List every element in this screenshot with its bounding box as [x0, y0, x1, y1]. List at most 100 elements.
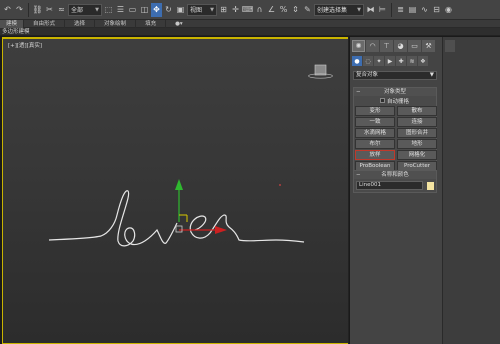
toolbar-divider — [28, 2, 29, 17]
curve-editor-icon[interactable]: ∿ — [419, 3, 430, 17]
scale-icon[interactable]: ▣ — [175, 3, 186, 17]
ribbon-subpanel-label[interactable]: 多边形建模 — [0, 28, 500, 36]
bind-spacewarp-icon[interactable]: ≈ — [56, 3, 67, 17]
named-selection-set-dropdown[interactable]: 创建选择集 ▼ — [314, 3, 364, 16]
ribbon-tab-modeling[interactable]: 建模 — [0, 19, 25, 28]
ribbon-tab-selection[interactable]: 选择 — [65, 19, 96, 28]
shapemerge-button[interactable]: 图形合并 — [397, 128, 437, 138]
spacewarps-icon[interactable]: ≋ — [407, 56, 417, 66]
object-name-field[interactable]: Line001 — [356, 181, 424, 190]
ribbon-tab-object-paint[interactable]: 对象绘制 — [95, 19, 137, 28]
select-by-name-icon[interactable]: ☰ — [115, 3, 126, 17]
name-color-title: 名称和颜色 — [381, 172, 409, 178]
systems-icon[interactable]: ❖ — [418, 56, 428, 66]
ribbon-tab-populate[interactable]: 填充 — [136, 19, 167, 28]
utilities-tab-icon[interactable]: ⚒ — [422, 40, 435, 52]
morph-button[interactable]: 变形 — [355, 106, 395, 116]
select-object-icon[interactable]: ⬚ — [103, 3, 114, 17]
shapes-icon[interactable]: ◌ — [363, 56, 373, 66]
reference-coordinate-value: 视图 — [190, 7, 203, 14]
angle-snap-icon[interactable]: ∠ — [266, 3, 277, 17]
unlink-icon[interactable]: ✂ — [44, 3, 55, 17]
name-color-rollout: − 名称和颜色 Line001 — [353, 170, 437, 193]
viewcube-icon[interactable] — [307, 63, 335, 79]
x-axis-arrowhead — [215, 226, 227, 234]
layer-icon[interactable]: ≣ — [395, 3, 406, 17]
connect-button[interactable]: 连接 — [397, 117, 437, 127]
selection-filter-value: 全部 — [71, 7, 84, 14]
collapse-icon[interactable]: − — [356, 171, 361, 179]
create-subcategory-icons: ● ◌ ✦ ▶ ✚ ≋ ❖ — [352, 56, 428, 66]
viewport-scene — [48, 179, 305, 247]
rect-select-icon[interactable]: ▭ — [127, 3, 138, 17]
hierarchy-tab-icon[interactable]: ⊤ — [380, 40, 393, 52]
viewport-marker-dot — [279, 184, 281, 186]
compound-object-buttons: 变形 散布 一致 连接 水滴网格 图形合并 布尔 地形 放样 网格化 ProBo… — [354, 105, 437, 173]
cameras-icon[interactable]: ▶ — [385, 56, 395, 66]
move-icon[interactable]: ✥ — [151, 2, 162, 17]
love-spline-e — [189, 214, 305, 243]
chevron-down-icon: ▼ — [357, 6, 361, 13]
object-color-swatch[interactable] — [427, 181, 434, 190]
keyboard-icon[interactable]: ⌨ — [242, 3, 254, 17]
lights-icon[interactable]: ✦ — [374, 56, 384, 66]
boolean-button[interactable]: 布尔 — [355, 139, 395, 149]
object-type-rollout: − 对象类型 自动栅格 变形 散布 一致 连接 水滴网格 图形合并 布尔 地形 … — [353, 87, 437, 174]
y-axis-arrowhead — [175, 179, 183, 190]
collapse-icon[interactable]: − — [356, 88, 361, 96]
command-panel-tabs: ✺ ◠ ⊤ ◕ ▭ ⚒ — [352, 40, 435, 52]
display-tab-icon[interactable]: ▭ — [408, 40, 421, 52]
perspective-viewport[interactable]: [+][透][真实] — [2, 37, 349, 344]
command-panel: ✺ ◠ ⊤ ◕ ▭ ⚒ ● ◌ ✦ ▶ ✚ ≋ ❖ 复合对象 ▼ − 对象类型 … — [350, 37, 442, 344]
autogrid-row: 自动栅格 — [354, 96, 436, 105]
autogrid-label: 自动栅格 — [387, 98, 410, 105]
percent-snap-icon[interactable]: % — [278, 3, 289, 17]
ribbon-tab-freeform[interactable]: 自由形式 — [24, 19, 66, 28]
autogrid-checkbox[interactable] — [380, 98, 385, 103]
undo-icon[interactable]: ↶ — [2, 3, 13, 17]
geometry-icon[interactable]: ● — [352, 56, 362, 66]
chevron-down-icon: ▼ — [429, 72, 434, 78]
object-category-value: 复合对象 — [356, 72, 379, 78]
blobmesh-button[interactable]: 水滴网格 — [355, 128, 395, 138]
material-icon[interactable]: ◉ — [443, 3, 454, 17]
scatter-button[interactable]: 散布 — [397, 106, 437, 116]
redo-icon[interactable]: ↷ — [14, 3, 25, 17]
terrain-button[interactable]: 地形 — [397, 139, 437, 149]
modify-tab-icon[interactable]: ◠ — [366, 40, 379, 52]
mirror-icon[interactable]: ⧓ — [365, 3, 376, 17]
main-toolbar: ↶ ↷ ⛓ ✂ ≈ 全部 ▼ ⬚ ☰ ▭ ◫ ✥ ↻ ▣ 视图 ▼ ⊞ ✛ ⌨ … — [0, 0, 500, 20]
name-color-rollout-header[interactable]: − 名称和颜色 — [354, 171, 436, 179]
window-crossing-icon[interactable]: ◫ — [139, 3, 150, 17]
helpers-icon[interactable]: ✚ — [396, 56, 406, 66]
viewport-divider — [348, 37, 349, 344]
graphite-icon[interactable]: ▤ — [407, 3, 418, 17]
panel-toggle-icon[interactable] — [445, 40, 455, 52]
selection-filter-dropdown[interactable]: 全部 ▼ — [68, 3, 102, 16]
pivot-icon[interactable]: ⊞ — [218, 3, 229, 17]
object-type-rollout-header[interactable]: − 对象类型 — [354, 88, 436, 96]
snap-3-icon[interactable]: ∩ — [254, 3, 265, 17]
conform-button[interactable]: 一致 — [355, 117, 395, 127]
rotate-icon[interactable]: ↻ — [163, 3, 174, 17]
loft-button[interactable]: 放样 — [355, 150, 395, 160]
reference-coordinate-dropdown[interactable]: 视图 ▼ — [187, 3, 217, 16]
chevron-down-icon: ▼ — [95, 6, 99, 13]
spinner-snap-icon[interactable]: ⇕ — [290, 3, 301, 17]
object-category-dropdown[interactable]: 复合对象 ▼ — [353, 71, 437, 80]
motion-tab-icon[interactable]: ◕ — [394, 40, 407, 52]
align-icon[interactable]: ⊨ — [377, 3, 388, 17]
object-type-title: 对象类型 — [383, 89, 406, 95]
mesher-button[interactable]: 网格化 — [397, 150, 437, 160]
link-icon[interactable]: ⛓ — [32, 3, 43, 17]
ribbon-options-icon[interactable]: ●▾ — [166, 20, 192, 28]
edit-named-sel-icon[interactable]: ✎ — [302, 3, 313, 17]
schematic-icon[interactable]: ⊟ — [431, 3, 442, 17]
create-tab-icon[interactable]: ✺ — [352, 40, 365, 52]
pivot-box — [175, 225, 183, 233]
love-spline — [48, 190, 178, 247]
toolbar-divider — [391, 2, 392, 17]
manipulate-icon[interactable]: ✛ — [230, 3, 241, 17]
right-side-panel — [442, 37, 500, 344]
named-selection-set-value: 创建选择集 — [317, 7, 348, 14]
